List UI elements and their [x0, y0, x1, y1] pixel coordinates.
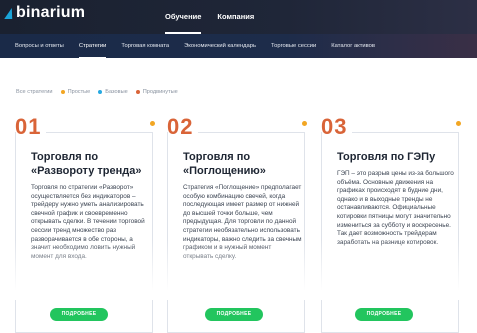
- sub-nav-strategies[interactable]: Стратегии: [78, 43, 106, 58]
- filter-advanced[interactable]: Продвинутые: [135, 89, 178, 95]
- level-dot-icon: [150, 121, 155, 126]
- filter-simple[interactable]: Простые: [60, 89, 91, 95]
- top-navigation-bar: binarium Обучение Компания: [0, 0, 477, 34]
- card-title: Торговля по ГЭПу: [337, 151, 436, 163]
- top-nav-company[interactable]: Компания: [217, 12, 254, 21]
- card-title: Торговля по «Поглощению»: [183, 151, 266, 177]
- top-nav-learning[interactable]: Обучение: [165, 12, 202, 34]
- content-fade-overlay: [0, 240, 477, 300]
- filter-simple-label: Простые: [67, 89, 91, 95]
- level-dot-icon: [302, 121, 307, 126]
- logo-icon: [4, 7, 16, 19]
- brand-logo[interactable]: binarium: [4, 4, 86, 22]
- sub-nav-assets-catalog[interactable]: Каталог активов: [331, 43, 375, 49]
- filter-basic[interactable]: Базовые: [98, 89, 128, 95]
- more-button[interactable]: ПОДРОБНЕЕ: [355, 308, 413, 321]
- more-button[interactable]: ПОДРОБНЕЕ: [50, 308, 108, 321]
- brand-name: binarium: [16, 4, 86, 21]
- card-title: Торговля по «Развороту тренда»: [31, 151, 142, 177]
- sub-nav-trading-room[interactable]: Торговая комната: [121, 43, 169, 49]
- sub-nav-faq[interactable]: Вопросы и ответы: [15, 43, 64, 49]
- filter-basic-label: Базовые: [105, 89, 128, 95]
- strategy-filters: Все стратегии Простые Базовые Продвинуты…: [16, 89, 178, 95]
- sub-nav-trading-sessions[interactable]: Торговые сессии: [271, 43, 316, 49]
- advanced-dot-icon: [135, 90, 140, 94]
- top-nav: Обучение Компания: [165, 12, 254, 34]
- more-button[interactable]: ПОДРОБНЕЕ: [205, 308, 263, 321]
- filter-advanced-label: Продвинутые: [142, 89, 178, 95]
- sub-nav: Вопросы и ответы Стратегии Торговая комн…: [0, 34, 477, 58]
- level-dot-icon: [456, 121, 461, 126]
- filter-all[interactable]: Все стратегии: [16, 89, 53, 95]
- sub-nav-economic-calendar[interactable]: Экономический календарь: [184, 43, 256, 49]
- sub-navigation-bar: Вопросы и ответы Стратегии Торговая комн…: [0, 34, 477, 58]
- simple-dot-icon: [60, 90, 65, 94]
- basic-dot-icon: [98, 90, 103, 94]
